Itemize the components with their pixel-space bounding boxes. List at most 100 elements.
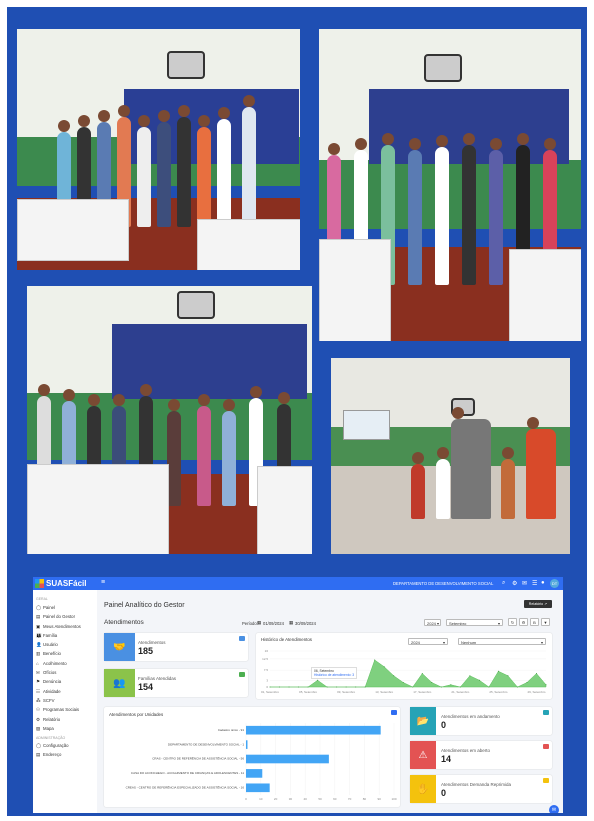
period-start[interactable]: 01/09/2024 [263, 621, 284, 626]
sidebar-item-atividade[interactable]: ☷ Atividade [33, 687, 97, 696]
sidebar-item-programas-sociais[interactable]: ⚇ Programas Sociais [33, 705, 97, 714]
history-point [326, 686, 328, 688]
report-button[interactable]: Relatório ↗ [524, 600, 552, 608]
x-tick-label: 30 [289, 797, 293, 801]
sidebar-item-icon: ⁂ [36, 697, 41, 703]
history-point [421, 673, 423, 674]
chat-bubble-button[interactable]: ✉ [549, 805, 559, 813]
menu-toggle-icon[interactable]: ≡ [101, 579, 105, 586]
history-chart: 0 3 7.5 12.5 16 01, Setembro 05, Setembro 09, S… [261, 649, 547, 694]
group-photo-1 [17, 29, 300, 270]
brand-logo[interactable]: SUASFácil [33, 577, 97, 590]
sidebar-item-icon: ▣ [36, 623, 41, 629]
history-point [402, 682, 404, 683]
history-point [545, 684, 547, 686]
unit-label: CRAS - CENTRO DE REFERÊNCIA DE ASSISTÊNC… [152, 756, 244, 761]
sidebar-item-icon: ⚇ [36, 707, 41, 713]
page-title: Painel Analítico do Gestor [104, 602, 185, 609]
badge-icon [543, 710, 549, 715]
chat-icon[interactable]: ☰ [532, 580, 537, 587]
sidebar-item-icon: ⌂ [36, 660, 39, 666]
history-point [469, 675, 471, 677]
sidebar-item-label: Família [43, 632, 58, 638]
sidebar-item-denúncia[interactable]: ⚑ Denúncia [33, 677, 97, 686]
refresh-button[interactable]: ↻ [508, 618, 517, 626]
sidebar-item-label: Configuração [43, 743, 69, 749]
history-point [374, 659, 376, 661]
y-tick-label: 7.5 [264, 668, 269, 672]
badge-icon [543, 778, 549, 783]
x-tick-label: 01, Setembro [261, 690, 279, 694]
history-point [336, 686, 338, 688]
x-tick-label: 50 [318, 797, 322, 801]
history-point [279, 686, 281, 688]
search-icon[interactable]: ⌕ [502, 580, 505, 587]
history-point [526, 682, 528, 683]
funnel-button[interactable]: ▼ [541, 618, 550, 626]
status-in-progress: 📂 Atendimentos em andamento 0 [410, 707, 552, 735]
mail-icon[interactable]: ✉ [522, 580, 527, 587]
warning-icon: ⚠ [410, 741, 436, 769]
sidebar-item-painel[interactable]: ◯ Painel [33, 603, 97, 612]
badge-icon [543, 744, 549, 749]
sidebar-item-label: Endereço [43, 752, 62, 758]
by-unit-chart: 0 10 20 30 40 50 60 70 80 90 100 Cadastro único - 9… [126, 723, 397, 801]
x-tick-label: 09, Setembro [337, 690, 355, 694]
year-select[interactable]: 2024 ▾ [424, 619, 441, 626]
unit-bar [246, 725, 381, 735]
sidebar-item-painel-do-gestor[interactable]: ▤ Painel do Gestor [33, 612, 97, 621]
sidebar-item-ofícios[interactable]: ✉ Ofícios [33, 668, 97, 677]
sidebar-item-icon: 👤 [36, 642, 42, 648]
history-title: Histórico de Atendimentos [261, 637, 313, 642]
history-point [364, 686, 366, 688]
sidebar-item-configuração[interactable]: ◯ Configuração [33, 741, 97, 750]
sidebar-item-acolhimento[interactable]: ⌂ Acolhimento [33, 659, 97, 668]
sidebar-item-endereço[interactable]: ▤ Endereço [33, 750, 97, 759]
kpi-familias: 👥 Famílias Atendidas 154 [104, 669, 248, 697]
sidebar-item-label: Mapa [43, 725, 54, 731]
x-tick-label: 70 [348, 797, 352, 801]
unit-label: CASA DO ACONCHEGO - ACOLHIMENTO DE CRIAN… [131, 771, 244, 775]
x-tick-label: 29, Setembro [527, 690, 545, 694]
history-card: Histórico de Atendimentos 2024 ▾ Nenhum ▾ … [256, 633, 552, 699]
topbar-strip: ≡ DEPARTAMENTO DE DESENVOLVIMENTO SOCIAL… [97, 577, 563, 590]
unit-bar [246, 754, 329, 764]
sidebar-item-família[interactable]: 👪Família [33, 631, 97, 640]
sidebar-item-label: Painel [43, 605, 55, 610]
sidebar-item-usuário[interactable]: 👤Usuário [33, 640, 97, 649]
x-tick-label: 17, Setembro [413, 690, 431, 694]
filter-button[interactable]: ⚙ [519, 618, 528, 626]
sidebar-item-meus-atendimentos[interactable]: ▣ Meus Atendimentos [33, 622, 97, 631]
history-point [478, 679, 480, 681]
export-button[interactable]: B [530, 618, 539, 626]
sidebar-item-icon: ◯ [36, 605, 42, 610]
month-select[interactable]: Setembro ▾ [446, 619, 503, 626]
x-tick-label: 13, Setembro [375, 690, 393, 694]
x-tick-label: 60 [333, 797, 337, 801]
sidebar-item-relatório[interactable]: ⚙ Relatório [33, 715, 97, 724]
history-filter-select[interactable]: Nenhum ▾ [458, 638, 546, 645]
history-point [269, 686, 271, 688]
history-point [450, 684, 452, 686]
user-avatar[interactable]: DT [550, 579, 559, 588]
sidebar-item-scfv[interactable]: ⁂ SCFV [33, 696, 97, 705]
y-tick-label: 0 [266, 685, 268, 689]
group-photo-3 [27, 286, 312, 554]
sidebar-item-mapa[interactable]: ▨ Mapa [33, 724, 97, 733]
badge-icon [239, 636, 245, 641]
unit-label: Cadastro único - 91 [218, 728, 245, 732]
group-photo-2 [319, 29, 581, 341]
history-year-select[interactable]: 2024 ▾ [408, 638, 448, 645]
bell-icon[interactable]: ● [541, 580, 545, 586]
history-point [355, 686, 357, 688]
period-end[interactable]: 30/09/2024 [295, 621, 316, 626]
settings-icon[interactable]: ⚙ [512, 580, 517, 587]
sidebar: SUASFácil GERAL ◯ Painel ▤ Painel do Gestor… [33, 577, 97, 813]
main-content: Painel Analítico do Gestor Relatório ↗ A… [97, 590, 563, 813]
hand-icon: ✋ [410, 775, 436, 803]
badge-icon [391, 710, 397, 715]
x-tick-label: 80 [363, 797, 367, 801]
sidebar-item-benefício[interactable]: ▥ Benefício [33, 649, 97, 658]
status-open: ⚠ Atendimentos em aberto 14 [410, 741, 552, 769]
unit-bar [246, 740, 248, 749]
